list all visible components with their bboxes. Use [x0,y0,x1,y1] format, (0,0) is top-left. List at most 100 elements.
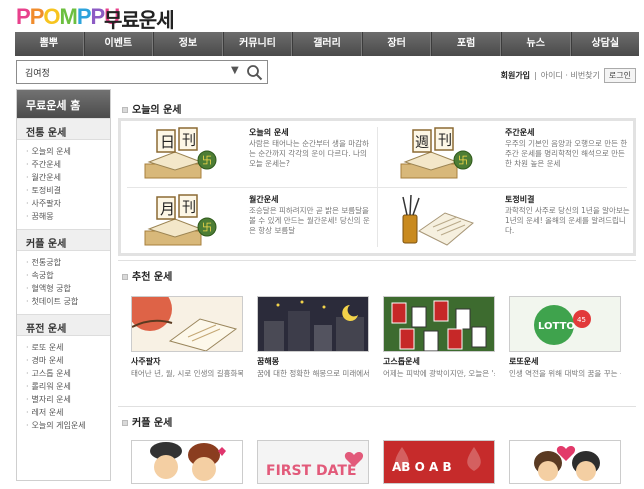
nav-item-counsel[interactable]: 상담실 [570,32,640,56]
blood-type-image: AB O A B [383,440,495,484]
divider [118,406,636,407]
daily-book-icon: 日 刊 卐 [144,127,217,179]
first-date-text: FIRST DATE [266,463,357,479]
card-desc: 인생 역전을 위해 대박의 꿈을 꾸는 분들의 운세를 알려드려요. [509,369,621,378]
sidebar: 무료운세 홈 전통 운세 오늘의 운세 주간운세 월간운세 토정비결 사주팔자 … [16,89,111,481]
join-link[interactable]: 회원가입 [501,70,530,81]
header: PPOMPPU 무료운세 [0,0,644,32]
sidebar-item-lotto[interactable]: 로또 운세 [26,341,110,354]
blood-type-text: AB O A B [392,460,452,474]
section-bullet-icon [122,420,128,426]
lotto-image: LOTTO 45 [509,296,621,352]
saju-image [131,296,243,352]
sidebar-list-couple: 전통궁합 속궁합 혈액형 궁합 첫데이트 궁합 [17,251,110,314]
svg-text:卐: 卐 [202,222,212,234]
logo-letter: P [76,4,92,29]
sidebar-item-first-date-match[interactable]: 첫데이트 궁합 [26,295,110,308]
sidebar-item-weekly[interactable]: 주간운세 [26,158,110,171]
lotto-text: LOTTO [538,321,575,332]
card-desc: 어제는 피박에 광박이지만, 오늘은 '쓰리고' 인생을 기대하세요. [383,369,495,378]
sidebar-item-leisure[interactable]: 레저 운세 [26,406,110,419]
card-title: 로또운세 [509,357,539,366]
logo-letter: M [59,4,78,29]
svg-text:日: 日 [160,133,175,151]
sidebar-home-link[interactable]: 무료운세 홈 [17,90,110,118]
monthly-book-icon: 月 刊 卐 [144,194,217,246]
find-account-link[interactable]: 아이디 · 비번찾기 [541,70,600,81]
nav-item-info[interactable]: 정보 [153,32,223,56]
card-desc: 태어난 년, 월, 시로 인생의 길흉화복을 할아 미리 준비하세요! [131,369,243,378]
card-blood-match[interactable]: AB O A B [383,440,495,484]
card-first-date-match[interactable]: FIRST DATE [257,440,369,484]
today-item-title: 월간운세 [249,195,279,204]
sidebar-list-fusion: 로또 운세 경마 운세 고스톱 운세 롤리워 운세 별자리 운세 레저 운세 오… [17,336,110,438]
card-dream[interactable]: 꿈해몽 꿈에 대한 정확한 해몽으로 미래에서 온 메세지를 확인해 보세요! [257,296,369,379]
today-item-tojeong[interactable]: 토정비결 과학적인 사주로 당신의 1년을 알아보는 1년의 운세! 올해의 운… [377,188,633,254]
sidebar-item-traditional-match[interactable]: 전통궁합 [26,256,110,269]
divider [118,260,636,261]
sidebar-item-gostop[interactable]: 고스톱 운세 [26,367,110,380]
today-item-title: 오늘의 운세 [249,128,289,137]
svg-text:刊: 刊 [182,200,196,216]
sidebar-item-today[interactable]: 오늘의 운세 [26,145,110,158]
sidebar-item-dream[interactable]: 꿈해몽 [26,210,110,223]
sidebar-item-roller[interactable]: 롤리워 운세 [26,380,110,393]
nav-item-news[interactable]: 뉴스 [500,32,571,56]
nav-item-community[interactable]: 커뮤니티 [222,32,293,56]
sidebar-item-inner-match[interactable]: 속궁합 [26,269,110,282]
sidebar-item-monthly[interactable]: 월간운세 [26,171,110,184]
card-title: 꿈해몽 [257,357,280,366]
sidebar-item-blood-match[interactable]: 혈액형 궁합 [26,282,110,295]
today-item-desc: 과학적인 사주로 당신의 1년을 알아보는 1년의 운세! 올해의 운세를 알려… [505,206,630,235]
login-button[interactable]: 로그인 [603,68,636,83]
sidebar-list-traditional: 오늘의 운세 주간운세 월간운세 토정비결 사주팔자 꿈해몽 [17,140,110,229]
sidebar-item-tojeong[interactable]: 토정비결 [26,184,110,197]
today-item-weekly[interactable]: 週 刊 卐 주간운세 우주의 기본인 음양과 오행으로 만든 한 주간 운세를 … [377,121,633,187]
nav-item-gallery[interactable]: 갤러리 [292,32,362,56]
today-item-title: 토정비결 [505,195,535,204]
svg-text:刊: 刊 [182,133,196,149]
card-lotto[interactable]: LOTTO 45 로또운세 인생 역전을 위해 대박의 꿈을 꾸는 분들의 운세… [509,296,621,379]
nav-item-forum[interactable]: 포럼 [431,32,501,56]
card-couple-heart[interactable] [509,440,621,484]
dropdown-arrow-icon[interactable]: ▼ [231,65,239,76]
sidebar-item-horse[interactable]: 경마 운세 [26,354,110,367]
today-section-title: 오늘의 운세 [122,101,181,116]
weekly-book-icon: 週 刊 卐 [400,127,473,179]
nav-item-market[interactable]: 장터 [361,32,432,56]
sidebar-item-game[interactable]: 오늘의 게임운세 [26,419,110,432]
today-item-title: 주간운세 [505,128,535,137]
today-item-monthly[interactable]: 月 刊 卐 월간운세 조승달은 피하려지만 곧 밝은 보름달을 볼 수 있게 만… [121,188,377,254]
search-icon[interactable] [246,64,263,81]
today-item-desc: 조승달은 피하려지만 곧 밝은 보름달을 볼 수 있게 만드는 월간운세! 당신… [249,206,370,235]
search-value: 김여정 [25,69,50,79]
first-date-image: FIRST DATE [257,440,369,484]
dream-image [257,296,369,352]
sidebar-item-zodiac[interactable]: 별자리 운세 [26,393,110,406]
today-item-desc: 우주의 기본인 음양과 오행으로 만든 한 주간 운세를 명리학적인 해석으로 … [505,139,628,168]
card-traditional-match[interactable] [131,440,243,484]
separator: | [534,71,537,80]
traditional-couple-image [131,440,243,484]
card-title: 사주팔자 [131,357,161,366]
site-title: 무료운세 [104,8,175,32]
tojeong-book-icon [402,194,474,246]
nav-item-event[interactable]: 이벤트 [83,32,154,56]
couple-section-title: 커플 운세 [122,414,172,429]
sidebar-item-saju[interactable]: 사주팔자 [26,197,110,210]
today-item-desc: 사람은 태어나는 순간부터 생을 마감하는 순간까지 각각의 운이 다르다. 나… [249,139,369,168]
today-panel: 日 刊 卐 오늘의 운세 사람은 태어나는 순간부터 생을 마감하는 순간까지 … [118,118,636,256]
logo-letter: P [16,4,31,29]
svg-text:卐: 卐 [202,155,212,167]
card-gostop[interactable]: 고스톱운세 어제는 피박에 광박이지만, 오늘은 '쓰리고' 인생을 기대하세요… [383,296,495,379]
svg-text:卐: 卐 [458,155,468,167]
svg-text:週: 週 [415,135,429,151]
today-item-daily[interactable]: 日 刊 卐 오늘의 운세 사람은 태어나는 순간부터 생을 마감하는 순간까지 … [121,121,377,187]
card-saju[interactable]: 사주팔자 태어난 년, 월, 시로 인생의 길흉화복을 할아 미리 준비하세요! [131,296,243,379]
search-input[interactable]: 김여정 ▼ [16,60,268,84]
lotto-number: 45 [577,316,586,324]
section-bullet-icon [122,107,128,113]
nav-item-ppomppu[interactable]: 뽐뿌 [15,32,84,56]
gostop-image [383,296,495,352]
card-desc: 꿈에 대한 정확한 해몽으로 미래에서 온 메세지를 확인해 보세요! [257,369,369,378]
